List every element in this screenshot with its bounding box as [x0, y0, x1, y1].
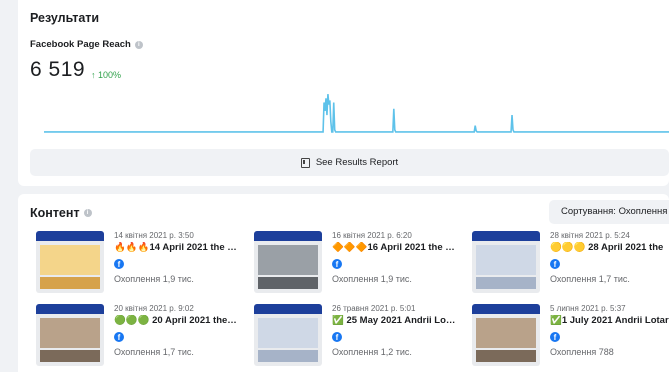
- post-date: 26 травня 2021 р. 5:01: [332, 304, 416, 313]
- facebook-icon: f: [550, 259, 560, 269]
- facebook-icon: f: [550, 332, 560, 342]
- results-card: Результати Facebook Page Reach i 6 519 ↑…: [18, 0, 669, 186]
- post-item[interactable]: 28 квітня 2021 р. 5:24 🟡🟡🟡 28 April 2021 …: [472, 231, 669, 293]
- facebook-icon: f: [332, 259, 342, 269]
- info-icon[interactable]: i: [83, 209, 92, 217]
- post-thumbnail[interactable]: [472, 304, 540, 366]
- metric-name: Facebook Page Reach i: [30, 39, 143, 50]
- post-item[interactable]: 16 квітня 2021 р. 6:20 🔶🔶🔶16 April 2021 t…: [254, 231, 457, 293]
- post-date: 5 липня 2021 р. 5:37: [550, 304, 626, 313]
- reach-line: [44, 94, 669, 133]
- content-header: Контент i: [30, 206, 92, 220]
- post-thumbnail[interactable]: [36, 304, 104, 366]
- see-results-report-label: See Results Report: [315, 157, 399, 168]
- post-date: 28 квітня 2021 р. 5:24: [550, 231, 630, 240]
- post-thumbnail[interactable]: [254, 231, 322, 293]
- metric-value: 6 519: [30, 58, 86, 81]
- metric-change: ↑ 100%: [91, 70, 122, 80]
- facebook-icon: f: [332, 332, 342, 342]
- post-reach: Охоплення 1,7 тис.: [114, 347, 194, 357]
- report-icon: [300, 157, 310, 168]
- sort-dropdown[interactable]: Сортування: Охоплення: [549, 200, 669, 224]
- info-icon[interactable]: i: [134, 40, 143, 49]
- post-title[interactable]: 🟢🟢🟢 20 April 2021 the …: [114, 315, 239, 326]
- post-title[interactable]: 🔶🔶🔶16 April 2021 the …: [332, 242, 457, 253]
- post-date: 20 квітня 2021 р. 9:02: [114, 304, 194, 313]
- facebook-icon: f: [114, 332, 124, 342]
- post-thumbnail[interactable]: [254, 304, 322, 366]
- facebook-icon: f: [114, 259, 124, 269]
- post-date: 14 квітня 2021 р. 3:50: [114, 231, 194, 240]
- post-date: 16 квітня 2021 р. 6:20: [332, 231, 412, 240]
- post-title[interactable]: 🔥🔥🔥14 April 2021 the Onl…: [114, 242, 239, 253]
- post-item[interactable]: 5 липня 2021 р. 5:37 ✅1 July 2021 Andrii …: [472, 304, 669, 366]
- post-thumbnail[interactable]: [472, 231, 540, 293]
- post-reach: Охоплення 1,9 тис.: [114, 274, 194, 284]
- post-reach: Охоплення 788: [550, 347, 614, 357]
- post-thumbnail[interactable]: [36, 231, 104, 293]
- post-reach: Охоплення 1,7 тис.: [550, 274, 630, 284]
- post-reach: Охоплення 1,9 тис.: [332, 274, 412, 284]
- post-title[interactable]: ✅1 July 2021 Andrii Lotari: [550, 315, 669, 326]
- reach-sparkline: [44, 94, 669, 133]
- content-card: Контент i Сортування: Охоплення 14 квітн…: [18, 194, 669, 372]
- see-results-report-button[interactable]: See Results Report: [30, 149, 669, 176]
- post-title[interactable]: ✅ 25 May 2021 Andrii Lota…: [332, 315, 457, 326]
- post-item[interactable]: 14 квітня 2021 р. 3:50 🔥🔥🔥14 April 2021 t…: [36, 231, 239, 293]
- post-item[interactable]: 26 травня 2021 р. 5:01 ✅ 25 May 2021 Andr…: [254, 304, 457, 366]
- post-title[interactable]: 🟡🟡🟡 28 April 2021 the: [550, 242, 669, 253]
- metric-name-label: Facebook Page Reach: [30, 39, 131, 50]
- post-reach: Охоплення 1,2 тис.: [332, 347, 412, 357]
- post-item[interactable]: 20 квітня 2021 р. 9:02 🟢🟢🟢 20 April 2021 …: [36, 304, 239, 366]
- results-title: Результати: [30, 11, 100, 25]
- content-title: Контент: [30, 206, 80, 220]
